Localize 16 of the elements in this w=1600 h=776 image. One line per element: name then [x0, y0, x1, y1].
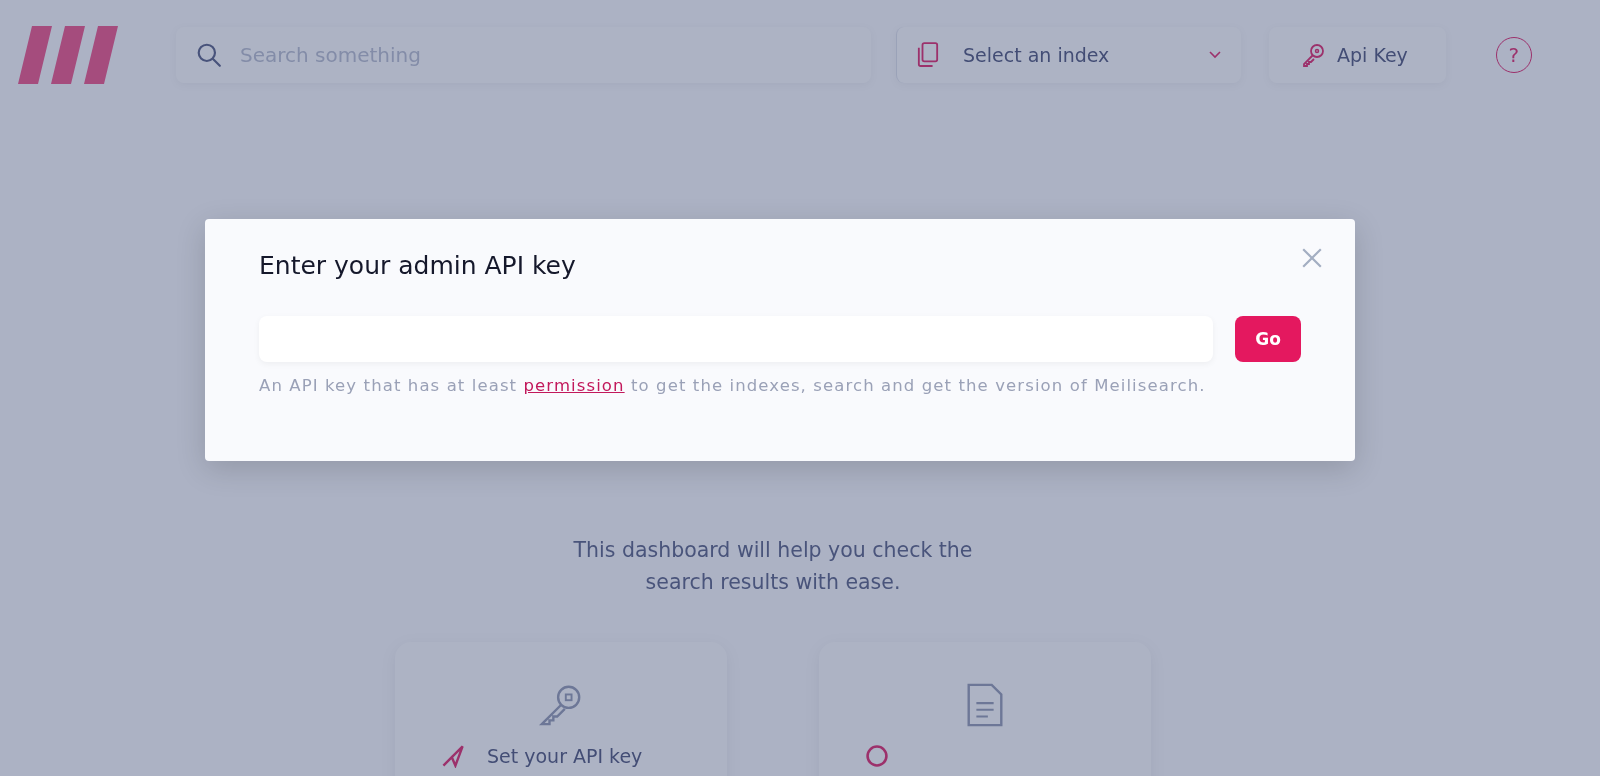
api-key-button[interactable]: Api Key [1269, 27, 1446, 83]
logo-icon [18, 26, 118, 84]
index-select[interactable]: Select an index [896, 27, 1241, 83]
dialog-title: Enter your admin API key [259, 250, 577, 280]
search-icon [196, 42, 222, 68]
chevron-down-icon [1209, 51, 1221, 59]
key-icon [1301, 43, 1325, 67]
welcome-subtitle: This dashboard will help you check the search results with ease. [572, 537, 974, 596]
go-button[interactable]: Go [1235, 316, 1301, 362]
permission-link[interactable]: permission [523, 376, 625, 395]
circle-icon [865, 744, 889, 768]
card-title: Set your API key [487, 745, 643, 767]
help-text: An API key that has at least permission to get the indexes, search and get the version of Meilisearch. [259, 376, 1207, 395]
card[interactable]: Set your API key [395, 642, 727, 776]
send-icon [441, 744, 465, 768]
documents-icon [917, 41, 939, 69]
